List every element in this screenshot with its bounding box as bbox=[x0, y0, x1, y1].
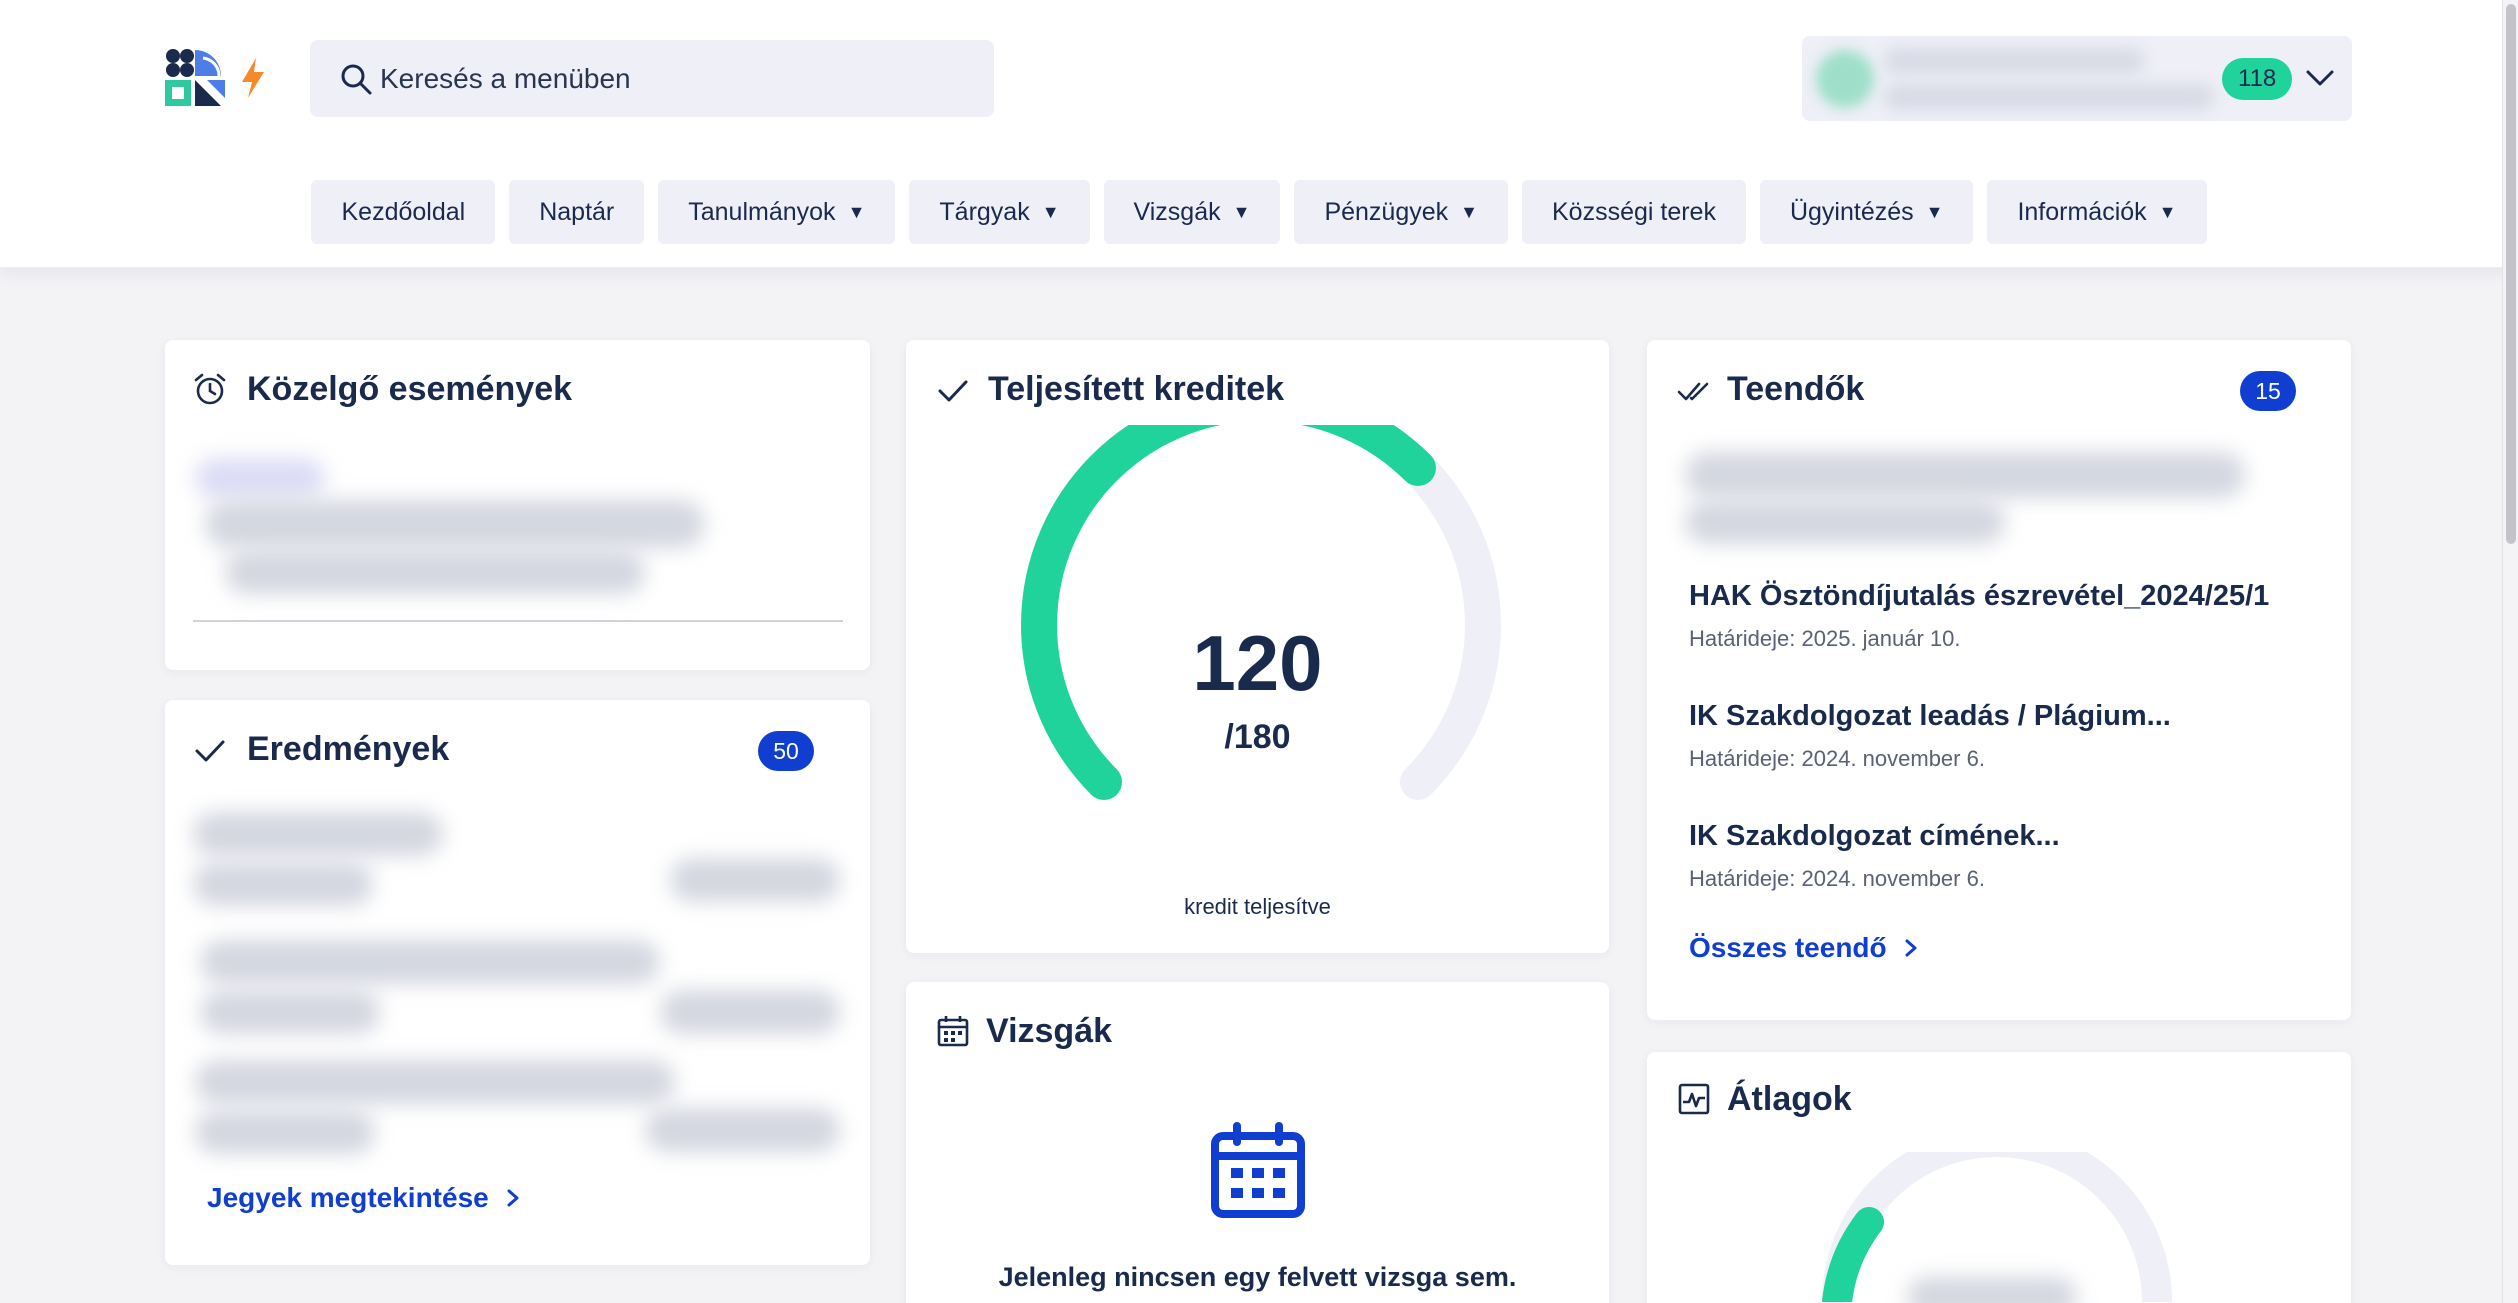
average-value-blurred bbox=[1907, 1277, 2077, 1303]
nav-label: Ügyintézés bbox=[1789, 197, 1914, 226]
divider bbox=[193, 620, 843, 622]
nav-label: Pénzügyek bbox=[1324, 197, 1449, 226]
check-icon bbox=[938, 380, 968, 402]
caret-down-icon: ▼ bbox=[1232, 201, 1251, 222]
result-blurred[interactable] bbox=[193, 812, 443, 856]
calendar-icon bbox=[937, 1016, 969, 1047]
credits-value: 120 bbox=[1192, 619, 1323, 707]
result-blurred[interactable] bbox=[200, 940, 660, 984]
main-nav: Kezdőoldal Naptár Tanulmányok ▼ Tárgyak ▼ … bbox=[0, 180, 2518, 244]
nav-label: Információk bbox=[2017, 197, 2147, 226]
exams-card: Vizsgák Jelenleg nincsen egy felvett viz… bbox=[906, 982, 1609, 1303]
double-check-icon bbox=[1677, 382, 1709, 401]
chevron-right-icon bbox=[507, 1189, 519, 1207]
event-blurred[interactable] bbox=[205, 500, 705, 548]
caret-down-icon: ▼ bbox=[2158, 201, 2177, 222]
result-blurred[interactable] bbox=[193, 862, 373, 906]
result-blurred[interactable] bbox=[195, 1060, 675, 1104]
todo-item-due: Határideje: 2024. november 6. bbox=[1689, 746, 1985, 771]
upcoming-events-card: Közelgő események bbox=[165, 340, 870, 670]
link-label: Jegyek megtekintése bbox=[207, 1182, 489, 1213]
caret-down-icon: ▼ bbox=[1925, 201, 1944, 222]
chevron-down-icon[interactable] bbox=[2302, 60, 2338, 96]
todo-item-due: Határideje: 2024. november 6. bbox=[1689, 866, 1985, 891]
result-blurred[interactable] bbox=[200, 990, 380, 1034]
todo-blurred[interactable] bbox=[1685, 452, 2245, 498]
link-label: Összes teendő bbox=[1689, 932, 1887, 963]
card-title: Közelgő események bbox=[247, 370, 573, 408]
event-blurred[interactable] bbox=[195, 458, 325, 498]
card-title: Teendők bbox=[1727, 370, 1865, 408]
university-logo-icon[interactable] bbox=[163, 48, 233, 108]
empty-calendar-icon bbox=[1211, 1122, 1305, 1218]
credits-caption: kredit teljesítve bbox=[1184, 894, 1331, 919]
nav-label: Vizsgák bbox=[1133, 197, 1221, 226]
nav-item-finances[interactable]: Pénzügyek ▼ bbox=[1294, 180, 1508, 244]
credits-total: /180 bbox=[1224, 718, 1291, 756]
user-detail-blurred bbox=[1884, 84, 2214, 110]
avatar bbox=[1816, 50, 1874, 108]
card-title: Eredmények bbox=[247, 730, 450, 768]
card-title: Átlagok bbox=[1727, 1080, 1852, 1118]
credits-card: Teljesített kreditek 120 /180 kredit tel… bbox=[906, 340, 1609, 953]
todo-item-title[interactable]: IK Szakdolgozat leadás / Plágium... bbox=[1689, 700, 2171, 733]
event-blurred[interactable] bbox=[225, 550, 645, 594]
nav-label: Tárgyak bbox=[939, 197, 1030, 226]
nav-item-administration[interactable]: Ügyintézés ▼ bbox=[1759, 180, 1974, 244]
nav-item-community[interactable]: Közsségi terek bbox=[1521, 180, 1746, 244]
nav-label: Naptár bbox=[539, 197, 615, 226]
result-grade-blurred[interactable] bbox=[670, 858, 840, 902]
nav-label: Kezdőoldal bbox=[341, 197, 466, 226]
scrollbar-thumb[interactable] bbox=[2506, 4, 2516, 544]
results-card: Eredmények 50 Jegyek megtekintése bbox=[165, 700, 870, 1265]
line-chart-icon bbox=[1678, 1083, 1710, 1115]
todo-item-due: Határideje: 2025. január 10. bbox=[1689, 626, 1961, 651]
top-bar: 118 Kezdőoldal Naptár Tanulmányok ▼ Tárgy… bbox=[0, 0, 2518, 268]
caret-down-icon: ▼ bbox=[847, 201, 866, 222]
nav-label: Tanulmányok bbox=[688, 197, 836, 226]
caret-down-icon: ▼ bbox=[1460, 201, 1478, 222]
nav-item-exams[interactable]: Vizsgák ▼ bbox=[1103, 180, 1281, 244]
todo-item-title[interactable]: HAK Ösztöndíjutalás észrevétel_2024/25/1 bbox=[1689, 580, 2269, 613]
results-count-badge: 50 bbox=[758, 731, 814, 771]
view-grades-link[interactable]: Jegyek megtekintése bbox=[207, 1182, 523, 1214]
menu-search[interactable] bbox=[310, 40, 994, 117]
caret-down-icon: ▼ bbox=[1041, 201, 1060, 222]
search-icon bbox=[341, 64, 372, 94]
nav-item-calendar[interactable]: Naptár bbox=[509, 180, 645, 244]
nav-label: Közsségi terek bbox=[1551, 197, 1716, 226]
notification-count-badge[interactable]: 118 bbox=[2222, 58, 2293, 100]
averages-card: Átlagok bbox=[1647, 1052, 2351, 1303]
result-blurred[interactable] bbox=[195, 1110, 375, 1154]
page-scrollbar[interactable] bbox=[2502, 0, 2518, 1303]
alarm-clock-icon bbox=[194, 373, 226, 405]
todo-blurred[interactable] bbox=[1685, 500, 2005, 544]
chevron-right-icon bbox=[1905, 939, 1917, 957]
no-exams-message: Jelenleg nincsen egy felvett vizsga sem. bbox=[998, 1262, 1517, 1292]
nav-item-studies[interactable]: Tanulmányok ▼ bbox=[658, 180, 896, 244]
search-input[interactable] bbox=[380, 62, 940, 95]
user-name-blurred bbox=[1884, 48, 2144, 74]
card-title: Teljesített kreditek bbox=[988, 370, 1285, 408]
todo-item-title[interactable]: IK Szakdolgozat címének... bbox=[1689, 820, 2060, 853]
nav-item-information[interactable]: Információk ▼ bbox=[1987, 180, 2207, 244]
check-icon bbox=[195, 740, 225, 762]
todos-count-badge: 15 bbox=[2240, 371, 2296, 411]
result-grade-blurred[interactable] bbox=[645, 1108, 840, 1152]
nav-item-home[interactable]: Kezdőoldal bbox=[311, 180, 496, 244]
card-title: Vizsgák bbox=[986, 1012, 1113, 1050]
nav-item-subjects[interactable]: Tárgyak ▼ bbox=[909, 180, 1090, 244]
user-menu[interactable]: 118 bbox=[1802, 36, 2352, 121]
all-todos-link[interactable]: Összes teendő bbox=[1689, 932, 1921, 964]
result-grade-blurred[interactable] bbox=[660, 990, 840, 1034]
lightning-icon[interactable] bbox=[238, 56, 268, 100]
todos-card: Teendők 15 HAK Ösztöndíjutalás észrevéte… bbox=[1647, 340, 2351, 1020]
